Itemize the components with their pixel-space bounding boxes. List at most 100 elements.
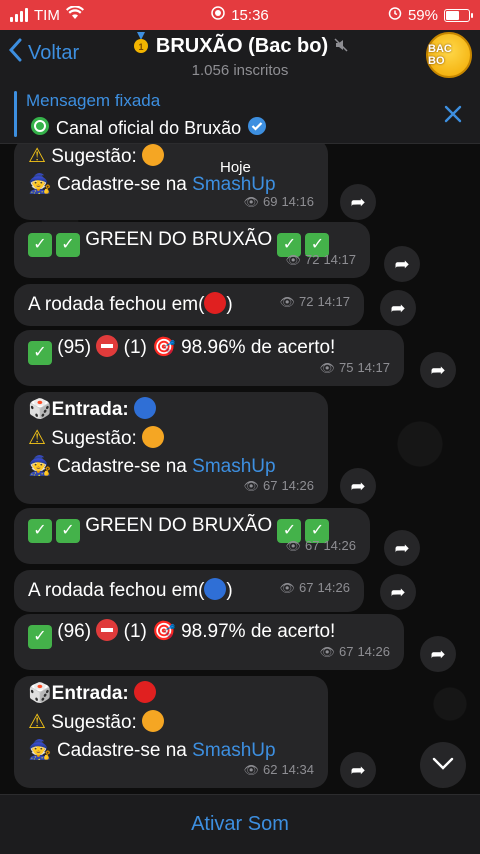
share-button[interactable]: ➦: [340, 752, 376, 788]
alarm-icon: [388, 6, 402, 24]
message-meta: 👁 75 14:17: [320, 354, 390, 382]
red-circle-icon: [134, 681, 157, 703]
muted-icon: [334, 35, 348, 58]
verified-icon: [247, 116, 267, 141]
share-icon: ➦: [350, 191, 366, 212]
pinned-title: Mensagem fixada: [26, 91, 161, 110]
views-icon: 👁: [285, 539, 301, 553]
message-bubble[interactable]: 🎲Entrada: ⚠ Sugestão: 🧙 Cadastre-se na S…: [14, 392, 328, 504]
check-icon: ✓: [56, 519, 80, 543]
status-left: TIM: [10, 5, 170, 24]
back-label: Voltar: [28, 41, 80, 64]
target-icon: 🎯: [152, 621, 176, 642]
message-bubble[interactable]: 🎲Entrada: ⚠ Sugestão: 🧙 Cadastre-se na S…: [14, 676, 328, 788]
channel-info[interactable]: 1 BRUXÃO (Bac bo) 1.056 inscritos: [120, 32, 360, 79]
message-meta: 👁 67 14:26: [320, 638, 390, 666]
medal-icon: 1: [132, 32, 150, 60]
red-circle-icon: [204, 292, 227, 314]
no-entry-icon: [96, 335, 119, 357]
green-circle-icon: [30, 116, 50, 141]
check-icon: ✓: [28, 341, 52, 365]
warning-icon: ⚠: [28, 145, 46, 167]
share-button[interactable]: ➦: [340, 184, 376, 220]
status-right: 59%: [310, 6, 473, 24]
views-icon: 👁: [279, 295, 295, 309]
avatar-logo: BAC BO: [428, 43, 452, 67]
wizard-icon: 🧙: [28, 174, 52, 195]
unmute-button[interactable]: Ativar Som: [191, 813, 289, 836]
views-icon: 👁: [243, 479, 259, 493]
battery-icon: [444, 8, 473, 22]
date-chip: Hoje: [212, 158, 259, 177]
message-bubble[interactable]: A rodada fechou em() 👁 67 14:26: [14, 570, 364, 612]
share-button[interactable]: ➦: [420, 352, 456, 388]
chat-header: Voltar 1 BRUXÃO (Bac bo) 1.056 inscritos…: [0, 30, 480, 82]
blue-circle-icon: [134, 397, 157, 419]
battery-label: 59%: [407, 6, 438, 24]
blue-circle-icon: [204, 578, 227, 600]
message-bubble[interactable]: A rodada fechou em() 👁 72 14:17: [14, 284, 364, 326]
message-line: ⚠ Sugestão:: [28, 144, 314, 171]
message-bubble[interactable]: ✓ ✓ GREEN DO BRUXÃO ✓ ✓ 👁 67 14:26: [14, 508, 370, 564]
target-icon: 🎯: [152, 337, 176, 358]
check-icon: ✓: [28, 519, 52, 543]
back-button[interactable]: Voltar: [8, 38, 79, 68]
share-icon: ➦: [430, 643, 446, 664]
channel-name: BRUXÃO (Bac bo): [155, 34, 329, 57]
check-icon: ✓: [28, 625, 52, 649]
check-icon: ✓: [28, 233, 52, 257]
carrier-label: TIM: [34, 6, 60, 24]
views-icon: 👁: [243, 763, 259, 777]
share-button[interactable]: ➦: [420, 636, 456, 672]
share-button[interactable]: ➦: [340, 468, 376, 504]
message-list[interactable]: ⚠ Sugestão: 🧙 Cadastre-se na SmashUp 👁 69…: [0, 144, 480, 794]
message-meta: 👁 69 14:16: [244, 188, 314, 216]
message-line: 🎲Entrada:: [28, 396, 314, 424]
record-icon: [211, 6, 225, 24]
share-icon: ➦: [394, 537, 410, 558]
message-bubble[interactable]: ✓ (96) (1) 🎯 98.97% de acerto! 👁 67 14:26: [14, 614, 404, 670]
views-icon: 👁: [279, 581, 295, 595]
warning-icon: ⚠: [28, 427, 46, 449]
views-icon: 👁: [285, 253, 301, 267]
pinned-text: Canal oficial do Bruxão: [56, 118, 242, 138]
message-meta: 👁 72 14:17: [280, 288, 350, 316]
share-icon: ➦: [430, 359, 446, 380]
clock-label: 15:36: [231, 6, 269, 24]
share-button[interactable]: ➦: [384, 530, 420, 566]
share-button[interactable]: ➦: [380, 290, 416, 326]
share-button[interactable]: ➦: [380, 574, 416, 610]
subscriber-count: 1.056 inscritos: [191, 62, 289, 79]
close-icon[interactable]: [444, 102, 462, 130]
channel-title: 1 BRUXÃO (Bac bo): [120, 32, 360, 60]
share-button[interactable]: ➦: [384, 246, 420, 282]
share-icon: ➦: [390, 581, 406, 602]
message-line: ⚠ Sugestão:: [28, 424, 314, 453]
orange-circle-icon: [142, 426, 165, 448]
message-line: 🎲Entrada:: [28, 680, 314, 708]
wifi-icon: [65, 5, 84, 24]
views-icon: 👁: [319, 645, 335, 659]
dice-icon: 🎲: [28, 683, 52, 704]
status-center: 15:36: [170, 6, 310, 24]
message-bubble[interactable]: ✓ (95) (1) 🎯 98.96% de acerto! 👁 75 14:17: [14, 330, 404, 386]
wizard-icon: 🧙: [28, 740, 52, 761]
message-meta: 👁 72 14:17: [286, 246, 356, 274]
check-icon: ✓: [56, 233, 80, 257]
status-bar: TIM 15:36 59%: [0, 0, 480, 30]
bottom-bar: Ativar Som: [0, 794, 480, 854]
message-bubble[interactable]: ⚠ Sugestão: 🧙 Cadastre-se na SmashUp 👁 69…: [14, 144, 328, 220]
chevron-down-icon: [432, 754, 454, 777]
orange-circle-icon: [142, 710, 165, 732]
channel-avatar[interactable]: BAC BO: [426, 32, 472, 78]
signal-icon: [10, 8, 28, 22]
chevron-left-icon: [8, 38, 22, 68]
no-entry-icon: [96, 619, 119, 641]
share-icon: ➦: [390, 297, 406, 318]
pinned-message-bar[interactable]: Mensagem fixada Canal oficial do Bruxão: [0, 82, 480, 144]
scroll-down-button[interactable]: [420, 742, 466, 788]
warning-icon: ⚠: [28, 711, 46, 733]
message-meta: 👁 62 14:34: [244, 756, 314, 784]
pinned-text-row: Canal oficial do Bruxão: [30, 116, 267, 141]
message-bubble[interactable]: ✓ ✓ GREEN DO BRUXÃO ✓ ✓ 👁 72 14:17: [14, 222, 370, 278]
